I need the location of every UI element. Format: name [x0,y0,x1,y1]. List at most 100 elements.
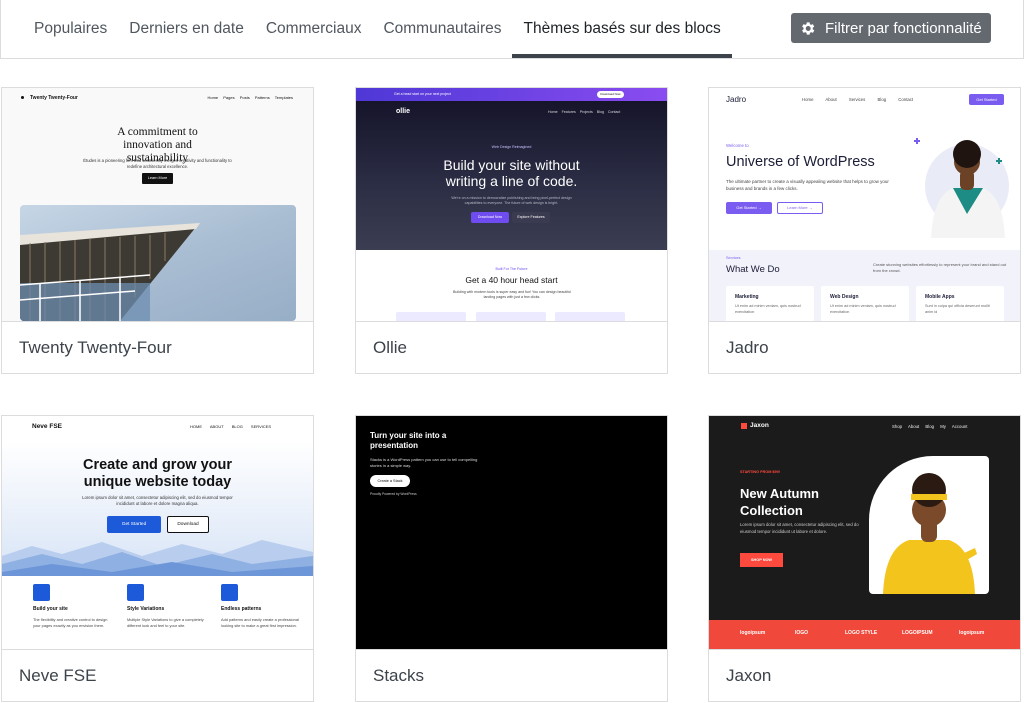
preview-service-card: Mobile Apps Sunt in culpa qui officia de… [916,286,1004,321]
feature-title: Endless patterns [221,606,262,612]
preview-nav: Shop About Blog My Account [892,424,968,429]
preview-tile [396,312,466,321]
partner-logo: LOGOIPSUM [902,630,933,636]
theme-card-stacks[interactable]: Turn your site into a presentation Stack… [355,415,668,702]
preview-service-card: Marketing Ut enim ad minim veniam, quis … [726,286,814,321]
preview-credit: Proudly Powered by WordPress [370,492,417,496]
partner-logo: logoipsum [740,630,766,636]
theme-screenshot: Twenty Twenty-Four Home Pages Posts Patt… [2,88,313,321]
partner-logo: LOGO STYLE [845,630,878,636]
feature-title: Build your site [33,606,68,612]
upload-icon [33,584,50,601]
service-title: Mobile Apps [925,294,955,300]
service-body: Ut enim ad minim veniam, quis nostrud ex… [830,304,896,314]
theme-screenshot: Jadro Home About Services Blog Contact G… [709,88,1020,321]
theme-screenshot: Get a head start on your next project Do… [356,88,667,321]
gear-icon [802,21,815,35]
preview-service-card: Web Design Ut enim ad minim veniam, quis… [821,286,909,321]
preview-nav-button: Get Started [969,94,1004,105]
preview-body: Lorem ipsum dolor sit amet, consectetur … [82,495,233,506]
tab-latest[interactable]: Derniers en date [118,0,255,58]
theme-name: Jadro [709,321,1020,373]
service-title: Web Design [830,294,859,300]
theme-screenshot: Neve FSE HOME ABOUT BLOG SERVICES Create… [2,416,313,649]
tab-commercial[interactable]: Commerciaux [255,0,373,58]
theme-card-jaxon[interactable]: Jaxon Shop About Blog My Account STARTIN… [708,415,1021,702]
preview-button: Create a Stack [370,475,410,487]
preview-title: Turn your site into a presentation [370,431,447,450]
preview-nav: Home Features Projects Blog Contact [548,110,621,114]
feature-body: Multiple Style Variations to give a comp… [127,617,204,628]
preview-logo: ollie [396,108,411,115]
preview-button: SHOP NOW [740,553,783,567]
preview-primary-button: Get Started → [726,202,772,214]
preview-primary-button: Get Started [107,516,161,533]
theme-card-twenty-twenty-four[interactable]: Twenty Twenty-Four Home Pages Posts Patt… [1,87,314,374]
theme-filter-bar: Populaires Derniers en date Commerciaux … [0,0,1024,59]
preview-banner-text: Get a head start on your next project [394,92,451,96]
theme-name: Twenty Twenty-Four [2,321,313,373]
preview-nav: Home Pages Posts Patterns Templates [207,95,293,100]
preview-site-title: Twenty Twenty-Four [30,95,78,101]
preview-primary-button: Download Now [471,212,509,223]
preview-body: The ultimate partner to create a visuall… [726,179,889,191]
site-logo-dot [21,96,24,99]
feature-body: The flexibility and creative control to … [33,617,108,628]
preview-eyebrow: STARTING FROM $99! [740,470,781,474]
tab-block-themes[interactable]: Thèmes basés sur des blocs [512,0,733,58]
service-body: Sunt in culpa qui officia deserunt molli… [925,304,990,314]
feature-title: Style Variations [127,606,165,612]
preview-nav: Home About Services Blog Contact [802,97,914,102]
preview-services-title: What We Do [726,264,780,275]
preview-logo: Jadro [726,95,747,104]
service-title: Marketing [735,294,759,300]
preview-eyebrow: Web Design Reimagined [491,145,532,149]
preview-secondary-button: Learn More → [777,202,823,214]
preview-tile [476,312,546,321]
preview-logo: Jaxon [750,422,769,429]
theme-screenshot: Jaxon Shop About Blog My Account STARTIN… [709,416,1020,649]
preview-body: Stacks is a WordPress pattern you can us… [370,457,478,468]
image-icon [127,584,144,601]
preview-cta: Learn More [142,173,173,184]
pattern-icon [221,584,238,601]
preview-title: Build your site without writing a line o… [443,157,580,189]
preview-body: Études is a pioneering firm that seamles… [83,158,232,169]
theme-card-ollie[interactable]: Get a head start on your next project Do… [355,87,668,374]
preview-secondary-button: Explore Features [512,212,550,223]
theme-card-jadro[interactable]: Jadro Home About Services Blog Contact G… [708,87,1021,374]
feature-body: Add patterns and easily create a profess… [221,617,299,628]
preview-services-body: Create stunning websites effortlessly to… [873,262,1007,273]
tab-community[interactable]: Communautaires [372,0,512,58]
theme-screenshot: Turn your site into a presentation Stack… [356,416,667,649]
preview-title-2: Get a 40 hour head start [465,275,558,285]
filter-by-feature-button[interactable]: Filtrer par fonctionnalité [791,13,991,43]
preview-title: New Autumn Collection [740,486,819,518]
preview-title: Universe of WordPress [726,154,875,170]
preview-banner-button: Download Now [597,91,624,98]
theme-name: Ollie [356,321,667,373]
partner-logo: logoipsum [959,630,985,636]
model-photo [869,456,989,594]
theme-card-neve-fse[interactable]: Neve FSE HOME ABOUT BLOG SERVICES Create… [1,415,314,702]
tab-popular[interactable]: Populaires [23,0,118,58]
theme-name: Stacks [356,649,667,701]
partner-logo: IOGO [795,630,809,636]
filter-tabs: Populaires Derniers en date Commerciaux … [23,0,733,58]
theme-name: Jaxon [709,649,1020,701]
preview-subtitle: We're on a mission to democratize publis… [451,196,572,205]
preview-secondary-button: Download [167,516,209,533]
preview-services-eyebrow: Services [726,256,741,260]
preview-eyebrow: Welcome to [726,143,749,148]
preview-title: Create and grow your unique website toda… [82,457,233,490]
preview-subtitle-2: Building with modern tools is super easy… [452,290,572,299]
theme-name: Neve FSE [2,649,313,701]
preview-eyebrow-2: Built For The Future [495,267,528,271]
architecture-photo [20,205,296,321]
person-illustration [914,138,1009,238]
mountains-illustration [2,540,313,576]
preview-logo: Neve FSE [32,423,62,430]
preview-nav: HOME ABOUT BLOG SERVICES [190,424,272,429]
jaxon-logo-icon [741,423,747,429]
preview-body: Lorem ipsum dolor sit amet, consectetur … [740,522,859,534]
